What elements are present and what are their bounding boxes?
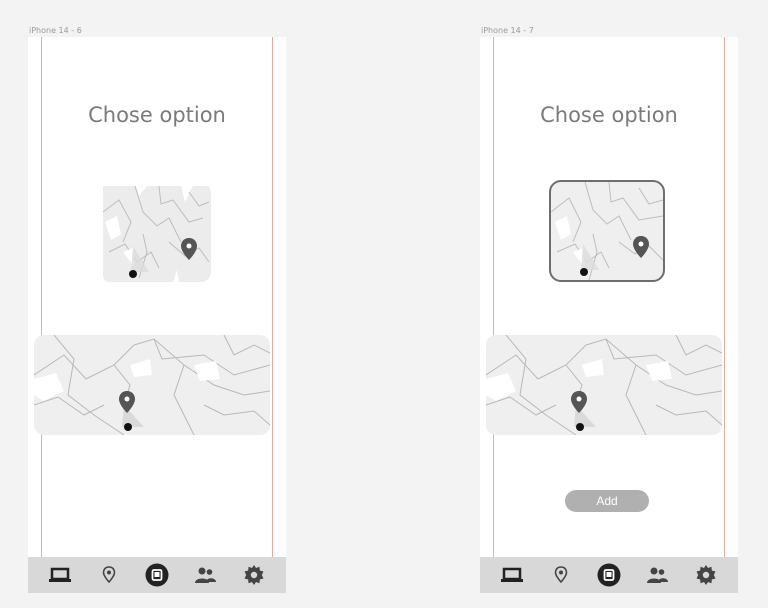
tab-users[interactable] (644, 562, 670, 588)
screen-title: Chose option (540, 103, 678, 127)
phone-frame-1: Chose option (28, 37, 286, 593)
users-icon (647, 567, 669, 583)
map-option-small-selected[interactable] (549, 180, 665, 282)
tab-laptop[interactable] (499, 562, 525, 588)
map-option-small[interactable] (99, 182, 211, 282)
frame-label-2: iPhone 14 - 7 (481, 26, 534, 35)
add-button[interactable]: Add (565, 490, 649, 512)
tab-location[interactable] (96, 562, 122, 588)
tab-bar (480, 557, 738, 593)
users-icon (195, 567, 217, 583)
tab-users[interactable] (192, 562, 218, 588)
tab-home[interactable] (596, 562, 622, 588)
screen-title: Chose option (88, 103, 226, 127)
frame-label-1: iPhone 14 - 6 (29, 26, 82, 35)
home-square-icon (145, 563, 169, 587)
phone-frame-2: Chose option Add (480, 37, 738, 593)
location-pin-icon (554, 566, 567, 584)
laptop-icon (501, 567, 524, 582)
settings-gear-icon (244, 565, 264, 585)
home-square-icon (597, 563, 621, 587)
tab-location[interactable] (548, 562, 574, 588)
map-option-large[interactable] (34, 335, 270, 435)
tab-home[interactable] (144, 562, 170, 588)
map-option-large[interactable] (486, 335, 722, 435)
settings-gear-icon (696, 565, 716, 585)
tab-settings[interactable] (693, 562, 719, 588)
tab-bar (28, 557, 286, 593)
tab-settings[interactable] (241, 562, 267, 588)
tab-laptop[interactable] (47, 562, 73, 588)
laptop-icon (49, 567, 72, 582)
location-pin-icon (102, 566, 115, 584)
